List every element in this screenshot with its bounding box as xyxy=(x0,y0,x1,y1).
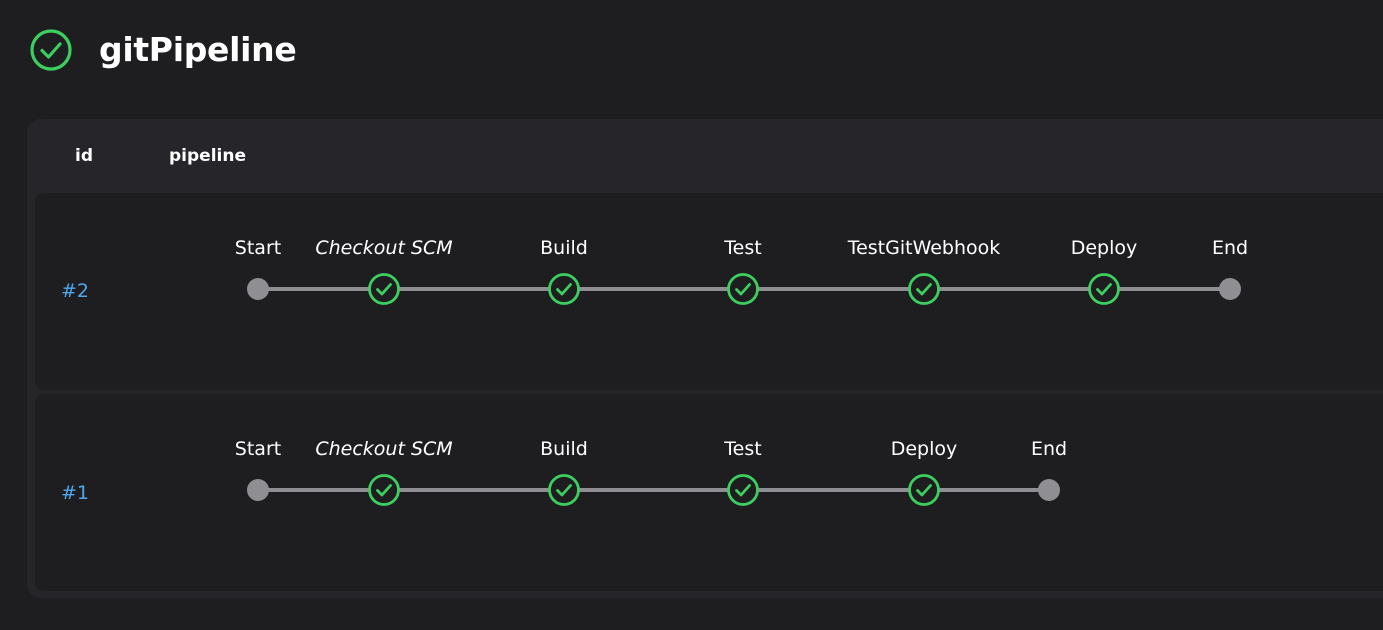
stage-label: Deploy xyxy=(890,438,958,460)
stage-label: Start xyxy=(234,237,282,259)
stage-label: Checkout SCM xyxy=(315,237,453,259)
stage-label: Test xyxy=(724,237,762,259)
stage-label: Start xyxy=(234,438,282,460)
success-status-icon xyxy=(30,29,72,71)
stage-success-icon[interactable] xyxy=(726,272,760,306)
end-node xyxy=(1219,278,1241,300)
stage-label: Build xyxy=(540,237,588,259)
stage-success-icon[interactable] xyxy=(547,272,581,306)
column-header-pipeline: pipeline xyxy=(169,146,246,166)
stage-success-icon[interactable] xyxy=(726,473,760,507)
stage-success-icon[interactable] xyxy=(907,473,941,507)
stage-label: Checkout SCM xyxy=(315,438,453,460)
start-node xyxy=(247,479,269,501)
stage-success-icon[interactable] xyxy=(547,473,581,507)
column-header-id: id xyxy=(75,146,93,166)
stage-label: TestGitWebhook xyxy=(847,237,1001,259)
end-node xyxy=(1038,479,1060,501)
stage-label: Deploy xyxy=(1070,237,1138,259)
page-title: gitPipeline xyxy=(99,30,297,69)
stage-success-icon[interactable] xyxy=(367,272,401,306)
run-row xyxy=(35,394,1383,591)
run-row xyxy=(35,193,1383,390)
stage-label: Build xyxy=(540,438,588,460)
run-id-link[interactable]: #1 xyxy=(61,482,89,504)
stage-label: End xyxy=(1211,237,1249,259)
stage-success-icon[interactable] xyxy=(1087,272,1121,306)
stage-label: Test xyxy=(724,438,762,460)
run-id-link[interactable]: #2 xyxy=(61,280,89,302)
stage-success-icon[interactable] xyxy=(907,272,941,306)
stage-label: End xyxy=(1030,438,1068,460)
stage-success-icon[interactable] xyxy=(367,473,401,507)
start-node xyxy=(247,278,269,300)
